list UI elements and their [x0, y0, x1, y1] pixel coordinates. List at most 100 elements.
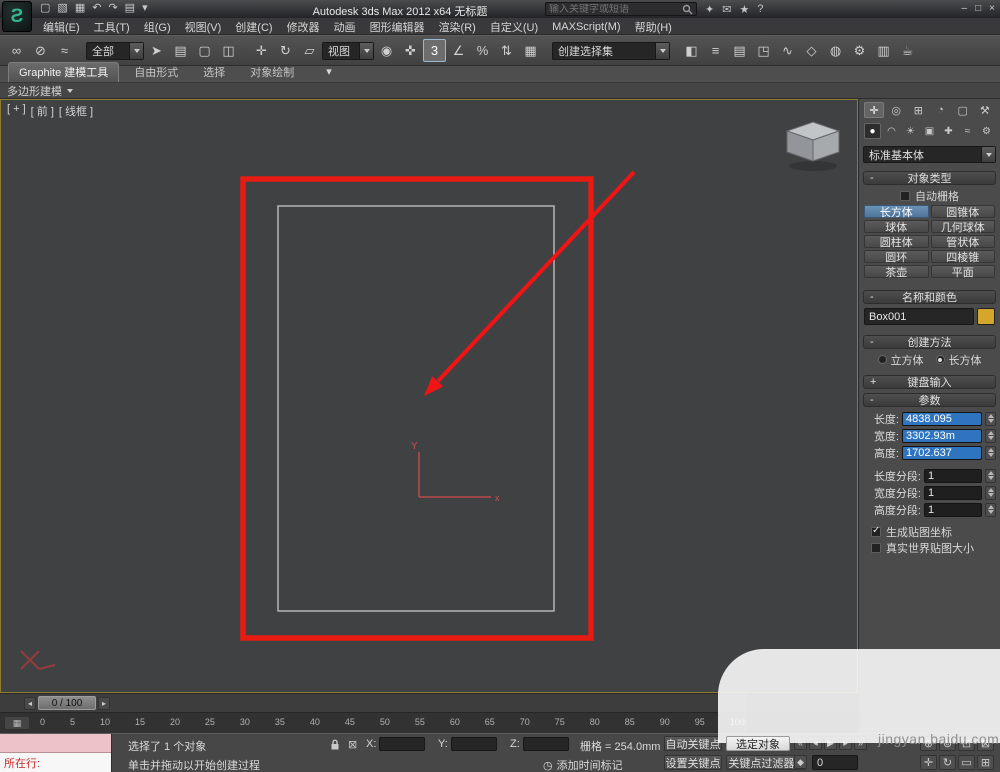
param-value-field[interactable]: 4838.095	[902, 411, 982, 426]
reference-coordinate-dropdown[interactable]: 视图	[322, 41, 374, 60]
time-slider-prev-icon[interactable]: ◂	[24, 697, 36, 710]
object-type-button[interactable]: 圆柱体	[864, 235, 929, 249]
snap-toggle-3d-icon[interactable]: 3	[423, 39, 446, 62]
motion-tab[interactable]: ◔	[931, 102, 951, 118]
polygon-modeling-panel[interactable]: 多边形建模	[7, 83, 73, 99]
select-rotate-icon[interactable]: ↻	[274, 39, 297, 62]
object-type-button[interactable]: 圆环	[864, 250, 929, 264]
subcategory-dropdown[interactable]: 标准基本体	[863, 146, 996, 163]
undo-icon[interactable]: ↶	[92, 2, 101, 15]
select-and-link-icon[interactable]: ∞	[5, 39, 28, 62]
object-type-button[interactable]: 圆锥体	[930, 205, 995, 219]
select-by-name-icon[interactable]: ▤	[169, 39, 192, 62]
search-icon[interactable]	[682, 4, 693, 15]
cameras-category[interactable]: ▣	[921, 123, 938, 139]
unlink-selection-icon[interactable]: ⊘	[29, 39, 52, 62]
selection-filter-dropdown[interactable]: 全部	[86, 41, 144, 60]
communication-center-icon[interactable]: ✉	[722, 3, 731, 16]
mini-curve-editor-button[interactable]: ▦	[4, 716, 30, 730]
x-coordinate-field[interactable]	[379, 737, 426, 751]
rollout-keyboard-entry[interactable]: + 键盘输入	[863, 375, 996, 389]
use-pivot-center-icon[interactable]: ◉	[375, 39, 398, 62]
render-production-icon[interactable]: ☕	[896, 39, 919, 62]
autogrid-checkbox[interactable]: 自动栅格	[863, 189, 996, 203]
schematic-view-icon[interactable]: ◇	[800, 39, 823, 62]
ribbon-tab[interactable]: Graphite 建模工具	[8, 62, 120, 82]
align-icon[interactable]: ≡	[704, 39, 727, 62]
utilities-tab[interactable]: ⚒	[975, 102, 995, 118]
rendered-frame-icon[interactable]: ▥	[872, 39, 895, 62]
rollout-creation-method[interactable]: - 创建方法	[863, 335, 996, 349]
viewport-front[interactable]: [ + ] [ 前 ] [ 线框 ] Y x	[0, 99, 858, 693]
maximize-button[interactable]: □	[975, 2, 981, 15]
rollout-object-type[interactable]: - 对象类型	[863, 171, 996, 185]
select-manipulate-icon[interactable]: ✜	[399, 39, 422, 62]
object-type-button[interactable]: 管状体	[930, 235, 995, 249]
redo-icon[interactable]: ↷	[108, 2, 117, 15]
shapes-category[interactable]: ◠	[883, 123, 900, 139]
helpers-category[interactable]: ✚	[940, 123, 957, 139]
angle-snap-icon[interactable]: ∠	[447, 39, 470, 62]
object-type-button[interactable]: 长方体	[864, 205, 929, 219]
qat-dropdown-icon[interactable]: ▾	[142, 2, 148, 15]
menu-item[interactable]: 工具(T)	[87, 18, 137, 36]
spinner-icon[interactable]	[985, 445, 996, 460]
y-coordinate-field[interactable]	[450, 737, 497, 751]
object-type-button[interactable]: 几何球体	[930, 220, 995, 234]
open-file-icon[interactable]: ▧	[57, 2, 67, 15]
space-warps-category[interactable]: ≈	[959, 123, 976, 139]
maxscript-mini-listener[interactable]: 所在行:	[0, 734, 112, 772]
object-color-swatch[interactable]	[977, 308, 995, 325]
project-folder-icon[interactable]: ▤	[125, 2, 135, 15]
macro-recorder-line[interactable]	[0, 734, 111, 753]
select-move-icon[interactable]: ✛	[250, 39, 273, 62]
mirror-icon[interactable]: ◧	[680, 39, 703, 62]
curve-editor-icon[interactable]: ∿	[776, 39, 799, 62]
minimize-button[interactable]: –	[962, 2, 968, 15]
menu-item[interactable]: 组(G)	[137, 18, 178, 36]
viewcube[interactable]	[785, 121, 841, 171]
maximize-viewport-icon[interactable]: ⊞	[977, 755, 994, 770]
ribbon-tab[interactable]: 选择	[193, 63, 235, 82]
new-scene-icon[interactable]: ▢	[40, 2, 50, 15]
render-setup-icon[interactable]: ⚙	[848, 39, 871, 62]
menu-item[interactable]: 动画	[327, 18, 363, 36]
menu-item[interactable]: 修改器	[280, 18, 327, 36]
viewport-label-chip[interactable]: [ 前 ]	[31, 103, 54, 119]
close-button[interactable]: ×	[989, 2, 995, 15]
material-editor-icon[interactable]: ◍	[824, 39, 847, 62]
select-object-icon[interactable]: ➤	[145, 39, 168, 62]
rollout-name-color[interactable]: - 名称和颜色	[863, 290, 996, 304]
selected-filter-dropdown[interactable]: 选定对象	[726, 736, 790, 751]
time-slider-next-icon[interactable]: ▸	[98, 697, 110, 710]
search-input[interactable]	[549, 3, 682, 15]
parameter-checkbox[interactable]: 生成贴图坐标	[871, 525, 996, 539]
z-coordinate-field[interactable]	[522, 737, 569, 751]
spinner-icon[interactable]	[985, 468, 996, 483]
window-crossing-icon[interactable]: ◫	[217, 39, 240, 62]
graphite-ribbon-icon[interactable]: ◳	[752, 39, 775, 62]
spinner-icon[interactable]	[985, 485, 996, 500]
named-selection-set-dropdown[interactable]: 创建选择集	[552, 41, 670, 60]
object-type-button[interactable]: 四棱锥	[930, 250, 995, 264]
ribbon-state-dropdown-icon[interactable]: ▾	[320, 65, 338, 82]
param-value-field[interactable]: 1702.637	[902, 445, 982, 460]
current-frame-field[interactable]: 0	[812, 755, 858, 770]
menu-item[interactable]: 视图(V)	[178, 18, 229, 36]
menu-item[interactable]: MAXScript(M)	[545, 20, 627, 34]
param-value-field[interactable]: 1	[924, 468, 982, 483]
menu-item[interactable]: 帮助(H)	[628, 18, 679, 36]
set-key-button[interactable]: 设置关键点	[664, 755, 722, 770]
create-tab[interactable]: ✛	[864, 102, 885, 118]
menu-item[interactable]: 编辑(E)	[36, 18, 87, 36]
hierarchy-tab[interactable]: ⊞	[908, 102, 928, 118]
viewport-label-chip[interactable]: [ 线框 ]	[59, 103, 93, 119]
pan-icon[interactable]: ✛	[920, 755, 937, 770]
max-logo[interactable]: Ƨ	[2, 1, 32, 32]
creation-method-radio[interactable]: 长方体	[935, 352, 982, 368]
listener-line[interactable]: 所在行:	[0, 753, 111, 772]
selection-lock-icon[interactable]	[330, 739, 340, 751]
modify-tab[interactable]: ◎	[886, 102, 906, 118]
help-icon[interactable]: ?	[757, 3, 763, 16]
parameter-checkbox[interactable]: 真实世界贴图大小	[871, 541, 996, 555]
